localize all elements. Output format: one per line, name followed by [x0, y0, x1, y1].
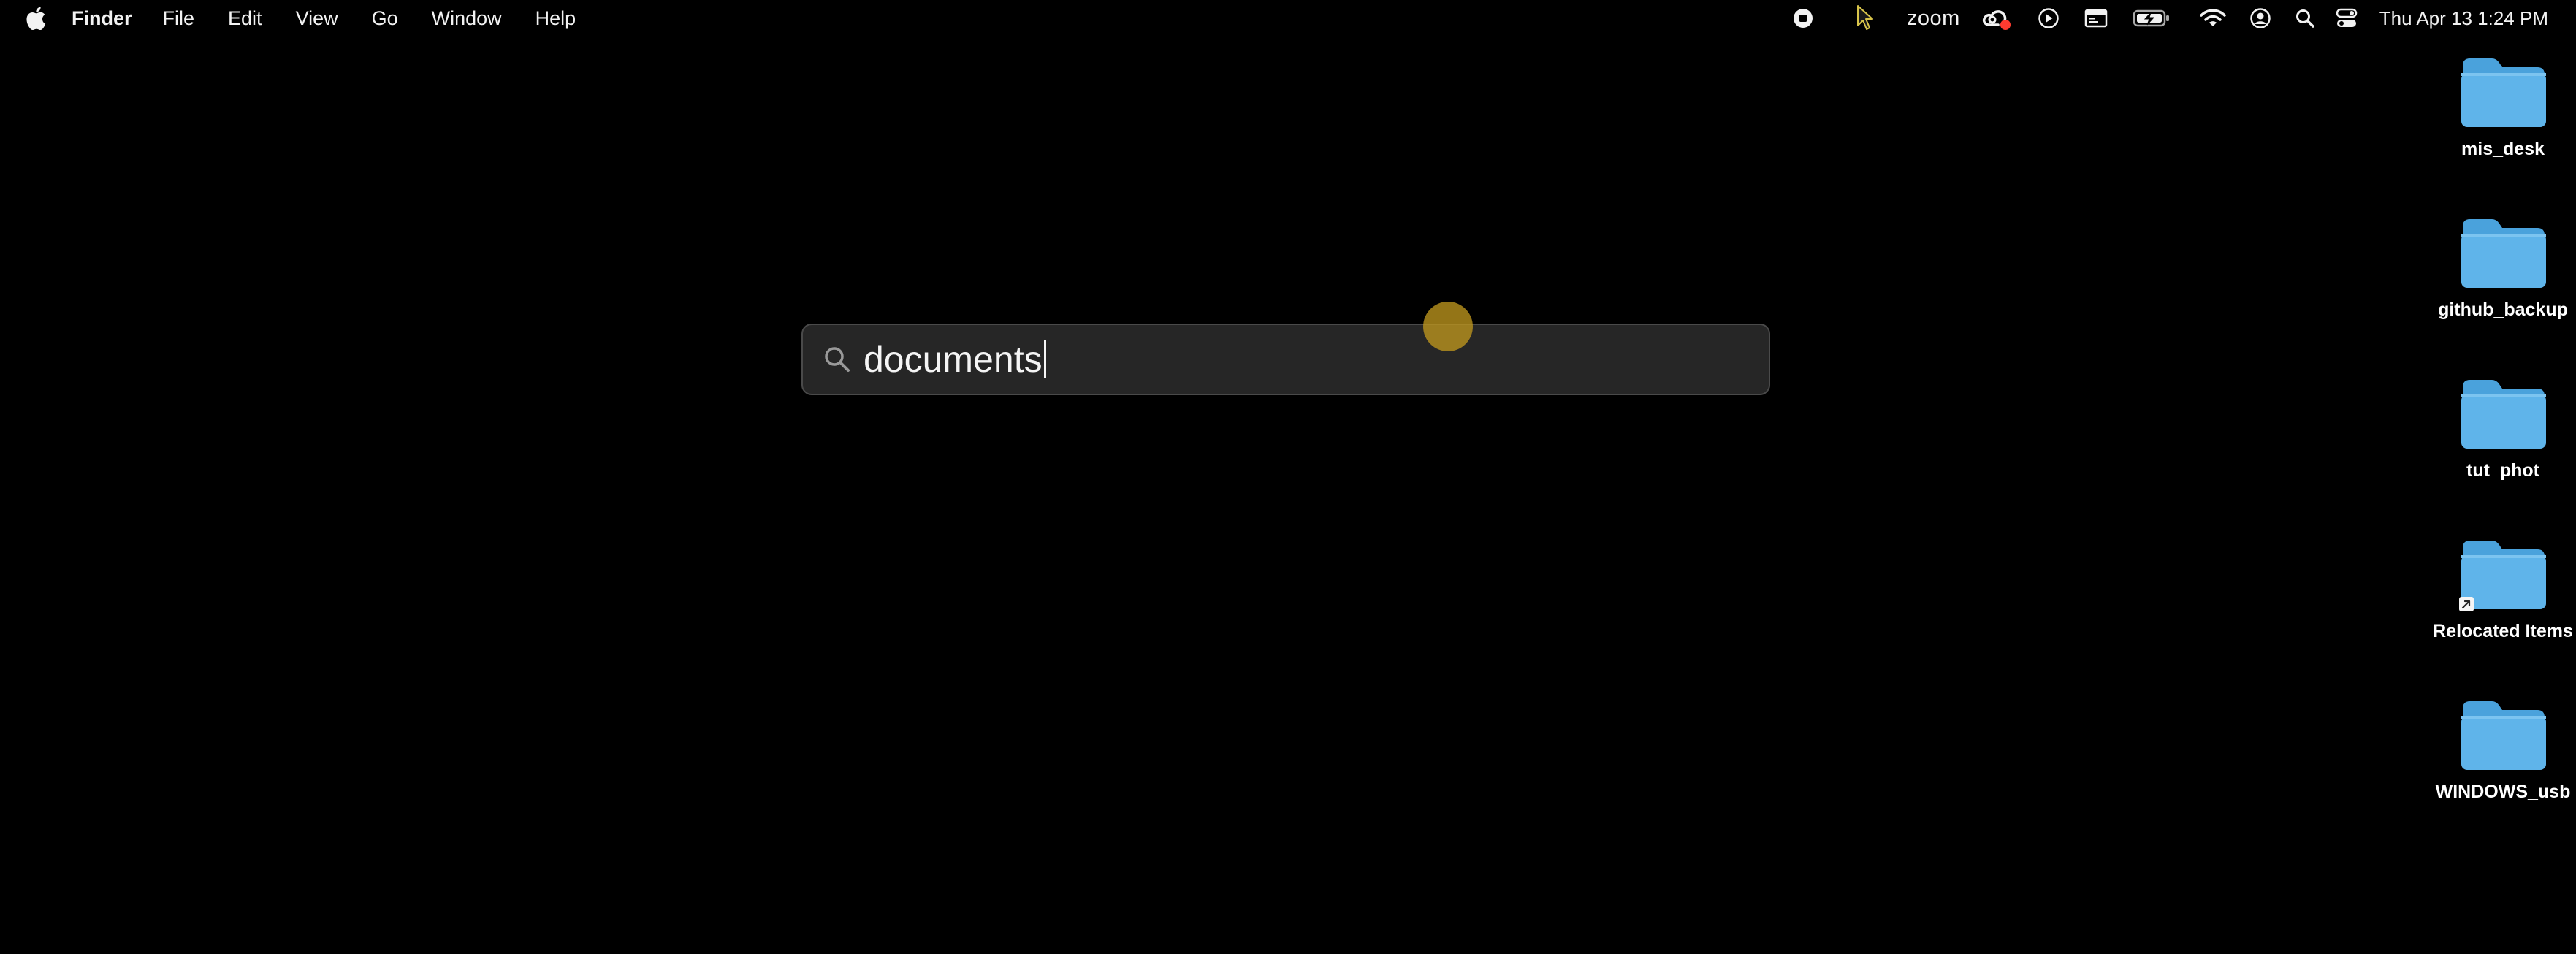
cursor-icon	[1856, 0, 1875, 37]
folder-icon	[2455, 212, 2550, 292]
display-icon[interactable]	[2084, 0, 2108, 37]
desktop-screen: Finder File Edit View Go Window Help zoo…	[0, 0, 2576, 954]
user-account-icon[interactable]	[2249, 0, 2271, 37]
magnifier-icon	[821, 343, 853, 375]
desktop-item-label: WINDOWS_usb	[2435, 782, 2571, 802]
text-caret	[1043, 340, 1046, 378]
spotlight-search-field[interactable]: documents	[801, 324, 1770, 395]
folder-icon	[2455, 51, 2550, 131]
desktop-item-label: mis_desk	[2461, 139, 2545, 159]
menu-file[interactable]: File	[163, 0, 195, 37]
menu-window[interactable]: Window	[432, 0, 502, 37]
control-center-icon[interactable]	[2336, 0, 2358, 37]
menu-edit[interactable]: Edit	[228, 0, 262, 37]
zoom-label: zoom	[1906, 7, 1960, 30]
desktop-item-windows-usb[interactable]: WINDOWS_usb	[2430, 694, 2576, 803]
creative-cloud-icon[interactable]	[1981, 0, 2013, 37]
desktop-item-mis-desk[interactable]: mis_desk	[2430, 51, 2576, 160]
click-highlight-indicator	[1423, 302, 1473, 351]
menu-bar-clock[interactable]: Thu Apr 13 1:24 PM	[2379, 0, 2548, 37]
menu-app-finder[interactable]: Finder	[72, 0, 132, 37]
alias-arrow-icon	[2459, 597, 2474, 611]
play-icon[interactable]	[2038, 0, 2059, 37]
spotlight-search-icon[interactable]	[2295, 0, 2315, 37]
desktop-item-github-backup[interactable]: github_backup	[2430, 212, 2576, 321]
folder-icon	[2455, 694, 2550, 774]
desktop-item-label: Relocated Items	[2433, 621, 2573, 641]
search-query-text: documents	[864, 339, 1043, 380]
menu-view[interactable]: View	[296, 0, 338, 37]
desktop-item-label: tut_phot	[2466, 460, 2539, 481]
desktop-item-tut-phot[interactable]: tut_phot	[2430, 373, 2576, 481]
desktop-item-label: github_backup	[2438, 299, 2568, 320]
folder-alias-icon	[2455, 533, 2550, 614]
wifi-icon[interactable]	[2200, 0, 2226, 37]
menu-bar-left: Finder File Edit View Go Window Help	[0, 0, 609, 37]
menu-go[interactable]: Go	[372, 0, 398, 37]
apple-logo-icon[interactable]	[25, 6, 47, 31]
menu-help[interactable]: Help	[536, 0, 576, 37]
search-query-input[interactable]: documents	[864, 338, 1046, 381]
menu-bar: Finder File Edit View Go Window Help zoo…	[0, 0, 2576, 37]
desktop-item-relocated-items[interactable]: Relocated Items	[2430, 533, 2576, 642]
folder-icon	[2455, 373, 2550, 453]
record-stop-icon[interactable]	[1793, 0, 1813, 37]
battery-charging-icon[interactable]	[2133, 0, 2171, 37]
menu-bar-status: zoom Thu Apr 13 1:24 PM	[1793, 0, 2576, 37]
zoom-menu-item[interactable]: zoom	[1907, 0, 1960, 37]
